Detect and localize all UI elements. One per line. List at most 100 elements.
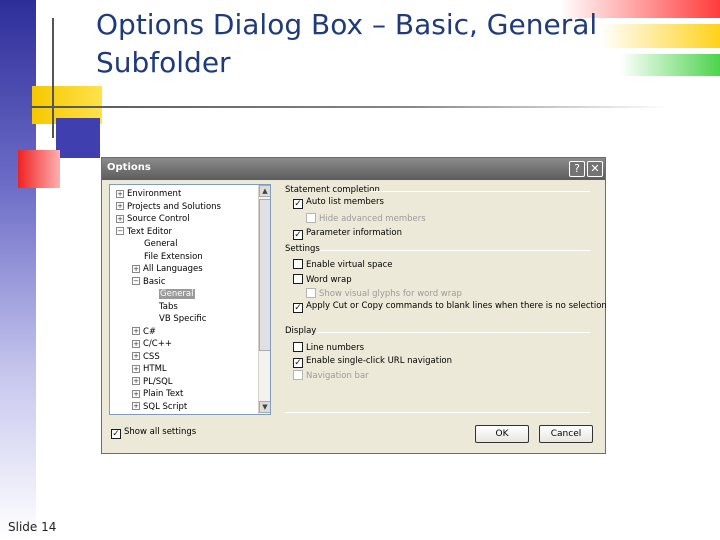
tree-item-label: General bbox=[144, 239, 178, 249]
expand-icon[interactable]: + bbox=[132, 264, 140, 273]
expand-icon[interactable]: + bbox=[132, 352, 140, 360]
ok-button[interactable]: OK bbox=[475, 425, 529, 443]
expand-icon[interactable]: + bbox=[132, 327, 140, 335]
checkbox-empty-icon bbox=[293, 342, 303, 352]
expand-icon[interactable]: + bbox=[132, 402, 140, 410]
parameter-information-checkbox[interactable]: ✓ Parameter information bbox=[293, 228, 402, 240]
decorative-red-square bbox=[18, 150, 60, 188]
checkbox-empty-icon bbox=[306, 288, 316, 298]
tree-item[interactable]: + C/C++ bbox=[132, 338, 172, 350]
tree-item[interactable]: File Extension bbox=[144, 251, 203, 263]
checkbox-checked-icon: ✓ bbox=[293, 358, 303, 368]
tree-item[interactable]: + All Languages bbox=[132, 263, 203, 275]
tree-item[interactable]: − Text Editor bbox=[116, 226, 172, 238]
scroll-up-icon[interactable]: ▲ bbox=[259, 185, 270, 197]
collapse-icon[interactable]: − bbox=[132, 277, 140, 285]
tree-item-label: Basic bbox=[143, 276, 166, 287]
enable-virtual-space-checkbox[interactable]: Enable virtual space bbox=[293, 259, 392, 271]
decorative-left-bar bbox=[0, 0, 36, 540]
tree-item-label: HTML bbox=[143, 364, 167, 374]
expand-icon[interactable]: + bbox=[132, 364, 140, 373]
show-all-settings-checkbox[interactable]: ✓ Show all settings bbox=[111, 427, 196, 439]
checkbox-checked-icon: ✓ bbox=[293, 230, 303, 240]
scroll-down-icon[interactable]: ▼ bbox=[259, 401, 270, 413]
line-numbers-checkbox[interactable]: Line numbers bbox=[293, 342, 364, 354]
tree-item-label: SQL Script bbox=[143, 401, 188, 412]
tree-item[interactable]: + Plain Text bbox=[132, 388, 183, 400]
tree-item-selected[interactable]: General bbox=[159, 288, 195, 300]
options-tree[interactable]: ▲ ▼ + Environment + Projects and Solutions +… bbox=[109, 184, 271, 415]
checkbox-checked-icon: ✓ bbox=[293, 199, 303, 209]
tree-item-label: C# bbox=[143, 326, 157, 337]
tree-item-label: All Languages bbox=[143, 264, 203, 274]
group-divider bbox=[370, 191, 590, 192]
auto-list-members-checkbox[interactable]: ✓ Auto list members bbox=[293, 197, 384, 209]
tree-item[interactable]: Tabs bbox=[159, 301, 178, 313]
cancel-button[interactable]: Cancel bbox=[539, 425, 593, 443]
group-divider bbox=[316, 332, 590, 333]
tree-item-label: VB Specific bbox=[159, 314, 207, 324]
tree-item[interactable]: General bbox=[144, 238, 178, 250]
tree-item[interactable]: + Source Control bbox=[116, 213, 190, 225]
tree-item-label: General bbox=[159, 289, 195, 299]
tree-item-label: Tabs bbox=[159, 301, 178, 312]
decorative-blue-square bbox=[56, 118, 100, 158]
group-label-display: Display bbox=[285, 326, 317, 336]
tree-item[interactable]: VB Specific bbox=[159, 313, 206, 325]
expand-icon[interactable]: + bbox=[116, 214, 124, 223]
checkbox-empty-icon bbox=[293, 370, 303, 380]
apply-cut-copy-checkbox[interactable]: ✓ Apply Cut or Copy commands to blank lin… bbox=[293, 301, 607, 313]
group-label-statement-completion: Statement completion bbox=[285, 185, 380, 195]
options-dialog: Options ? ✕ ▲ ▼ + Environment + Projects an… bbox=[101, 157, 607, 454]
show-visual-glyphs-checkbox: Show visual glyphs for word wrap bbox=[306, 288, 462, 300]
checkbox-empty-icon bbox=[293, 259, 303, 269]
decorative-vertical-line bbox=[52, 18, 54, 138]
tree-item[interactable]: − Basic bbox=[132, 276, 166, 288]
tree-item-label: Environment bbox=[127, 189, 182, 199]
tree-item-label: Plain Text bbox=[143, 389, 184, 399]
single-click-url-checkbox[interactable]: ✓ Enable single-click URL navigation bbox=[293, 356, 452, 368]
tree-item[interactable]: + Projects and Solutions bbox=[116, 201, 221, 213]
navigation-bar-checkbox: Navigation bar bbox=[293, 370, 369, 382]
expand-icon[interactable]: + bbox=[116, 202, 124, 210]
slide-number: Slide 14 bbox=[8, 520, 57, 534]
bottom-divider bbox=[285, 412, 590, 413]
checkbox-checked-icon: ✓ bbox=[111, 429, 121, 439]
word-wrap-checkbox[interactable]: Word wrap bbox=[293, 274, 352, 286]
decorative-green-stripe bbox=[620, 54, 720, 76]
expand-icon[interactable]: + bbox=[132, 389, 140, 398]
expand-icon[interactable]: + bbox=[132, 377, 140, 385]
checkbox-empty-icon bbox=[293, 274, 303, 284]
group-label-settings: Settings bbox=[285, 244, 320, 254]
expand-icon[interactable]: + bbox=[132, 339, 140, 348]
checkbox-checked-icon: ✓ bbox=[293, 303, 303, 313]
tree-item[interactable]: + CSS bbox=[132, 351, 160, 363]
hide-advanced-members-checkbox: Hide advanced members bbox=[306, 213, 426, 225]
tree-item-label: CSS bbox=[143, 351, 160, 362]
scroll-thumb[interactable] bbox=[259, 199, 270, 351]
group-divider bbox=[320, 250, 590, 251]
help-button[interactable]: ? bbox=[569, 161, 585, 177]
checkbox-empty-icon bbox=[306, 213, 316, 223]
tree-item-label: C/C++ bbox=[143, 339, 172, 349]
tree-item-label: PL/SQL bbox=[143, 376, 173, 387]
tree-item[interactable]: + PL/SQL bbox=[132, 376, 173, 388]
expand-icon[interactable]: + bbox=[116, 189, 124, 198]
slide: Options Dialog Box – Basic, General Subf… bbox=[0, 0, 720, 540]
tree-item-label: Projects and Solutions bbox=[127, 201, 221, 212]
dialog-titlebar[interactable]: Options ? ✕ bbox=[102, 158, 605, 180]
close-button[interactable]: ✕ bbox=[587, 161, 603, 177]
tree-item[interactable]: + HTML bbox=[132, 363, 167, 375]
tree-item-label: File Extension bbox=[144, 251, 203, 262]
tree-scrollbar[interactable]: ▲ ▼ bbox=[258, 185, 270, 414]
tree-item[interactable]: + Environment bbox=[116, 188, 181, 200]
decorative-horizontal-line bbox=[30, 106, 670, 108]
tree-item-label: Text Editor bbox=[127, 226, 173, 237]
tree-item[interactable]: + SQL Script bbox=[132, 401, 187, 413]
dialog-title: Options bbox=[107, 162, 151, 173]
collapse-icon[interactable]: − bbox=[116, 227, 124, 235]
tree-item-label: Source Control bbox=[127, 214, 190, 224]
slide-title: Options Dialog Box – Basic, General Subf… bbox=[96, 8, 598, 79]
decorative-yellow-stripe bbox=[600, 24, 720, 48]
tree-item[interactable]: + C# bbox=[132, 326, 156, 338]
